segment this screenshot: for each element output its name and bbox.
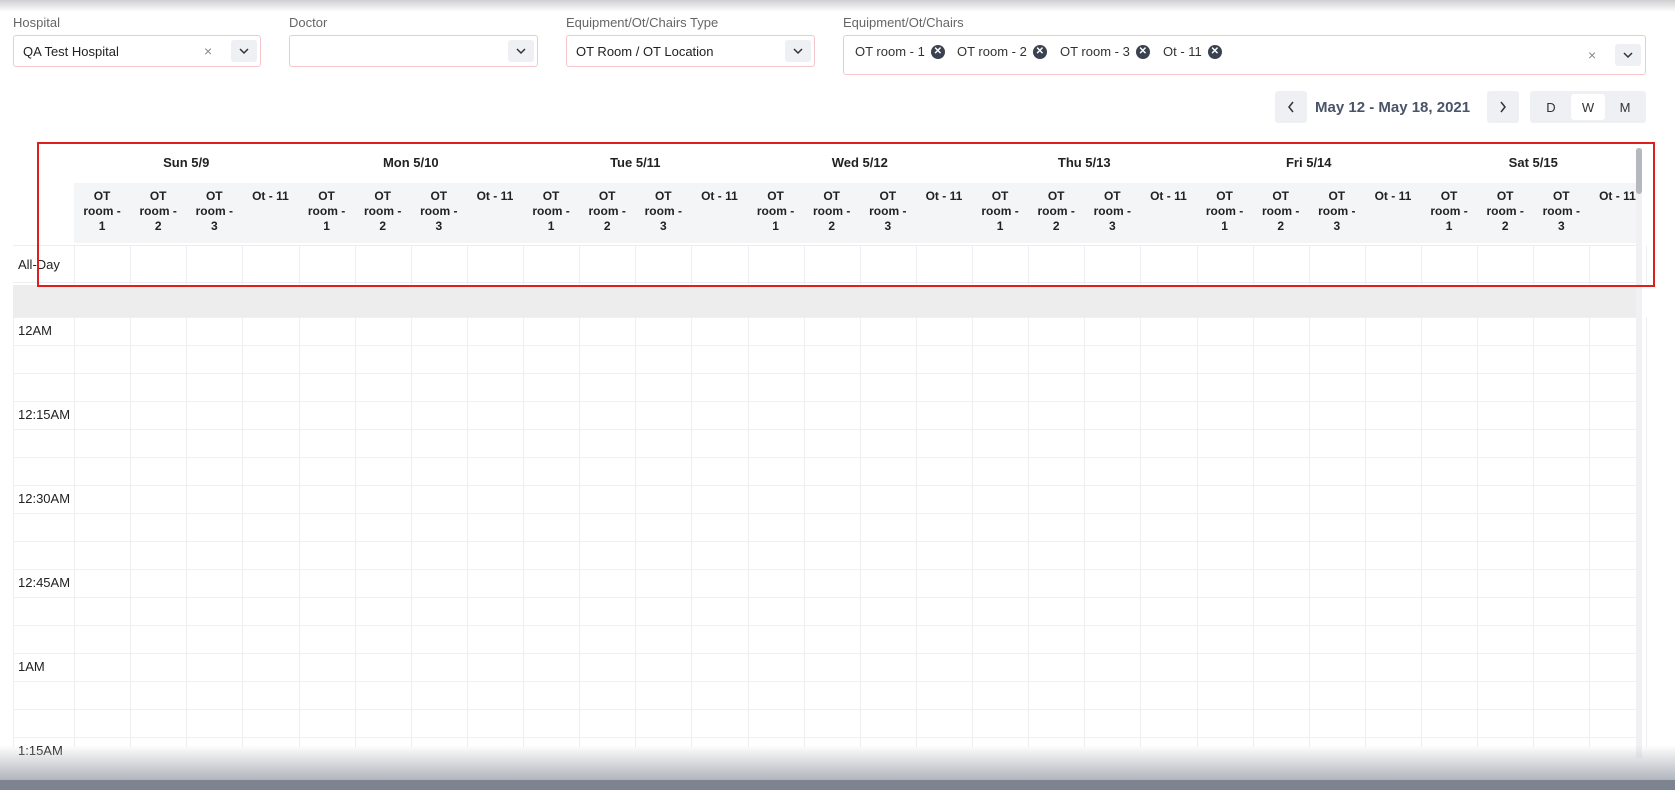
grid-row-line	[13, 457, 1639, 458]
doctor-select[interactable]	[289, 35, 538, 67]
grid-column-line	[130, 317, 132, 747]
grid-column-line	[186, 317, 188, 747]
chip-remove-icon[interactable]: ✕	[930, 44, 945, 59]
resources-multiselect[interactable]: OT room - 1 ✕ OT room - 2 ✕ OT room - 3 ✕ O…	[843, 35, 1646, 75]
grid-column-line	[1533, 317, 1535, 747]
grid-row-line	[13, 569, 1639, 570]
grid-column-line	[1364, 317, 1366, 747]
prev-week-button[interactable]	[1275, 91, 1307, 123]
chevron-left-icon	[1288, 101, 1294, 113]
highlight-box	[37, 142, 1655, 287]
chevron-down-icon[interactable]	[508, 40, 534, 62]
grid-column-line	[1140, 317, 1142, 747]
resources-clear-icon[interactable]: ×	[1588, 47, 1596, 63]
grid-row-line	[13, 681, 1639, 682]
time-label: 12AM	[18, 323, 52, 338]
gutter-line	[13, 317, 14, 747]
grid-column-line	[1421, 317, 1422, 747]
chip-ot-room-1: OT room - 1 ✕	[855, 44, 945, 59]
view-day-button[interactable]: D	[1534, 94, 1568, 120]
time-slot-grid[interactable]: 12AM12:15AM12:30AM12:45AM1AM1:15AM	[13, 317, 1647, 758]
grid-column-line	[1308, 317, 1310, 747]
grid-column-line	[242, 317, 244, 747]
grid-row-line	[13, 373, 1639, 374]
grid-column-line	[523, 317, 524, 747]
grid-row-line	[13, 485, 1639, 486]
grid-column-line	[410, 317, 412, 747]
chip-ot-11: Ot - 11 ✕	[1163, 44, 1222, 59]
grid-column-line	[466, 317, 468, 747]
grid-column-line	[74, 317, 75, 747]
doctor-label: Doctor	[289, 15, 328, 30]
chip-ot-room-3: OT room - 3 ✕	[1060, 44, 1150, 59]
chevron-down-icon[interactable]	[785, 40, 811, 62]
next-week-button[interactable]	[1487, 91, 1519, 123]
grid-column-line	[1196, 317, 1198, 747]
grid-row-line	[13, 429, 1639, 430]
chevron-down-icon[interactable]	[1615, 44, 1641, 66]
grid-column-line	[354, 317, 356, 747]
time-label: 12:15AM	[18, 407, 71, 422]
grid-row-line	[13, 597, 1639, 598]
top-shade	[0, 0, 1675, 12]
type-label: Equipment/Ot/Chairs Type	[566, 15, 719, 30]
hospital-label: Hospital	[13, 15, 60, 30]
type-select[interactable]: OT Room / OT Location	[566, 35, 815, 67]
grid-column-line	[1477, 317, 1479, 747]
grid-row-line	[13, 625, 1639, 626]
time-label: 12:45AM	[18, 575, 71, 590]
grid-column-line	[1589, 317, 1591, 747]
grid-column-line	[1252, 317, 1254, 747]
chip-label: OT room - 1	[855, 44, 925, 59]
chevron-right-icon	[1500, 101, 1506, 113]
grid-column-line	[859, 317, 861, 747]
grid-row-line	[13, 401, 1639, 402]
grid-row-line	[13, 513, 1639, 514]
grid-row-line	[13, 345, 1639, 346]
view-week-button[interactable]: W	[1571, 94, 1605, 120]
grid-column-line	[1084, 317, 1086, 747]
grid-row-line	[13, 709, 1639, 710]
grid-row-line	[13, 737, 1639, 738]
scheduler-page: Hospital QA Test Hospital × Doctor Equip…	[0, 0, 1675, 790]
time-label: 1AM	[18, 659, 45, 674]
bottom-bar	[0, 780, 1675, 790]
chip-label: Ot - 11	[1163, 44, 1202, 59]
chip-ot-room-2: OT room - 2 ✕	[957, 44, 1047, 59]
resources-label: Equipment/Ot/Chairs	[843, 15, 964, 30]
grid-row-line	[13, 541, 1639, 542]
grid-column-line	[915, 317, 917, 747]
grid-column-line	[691, 317, 693, 747]
grid-column-line	[972, 317, 973, 747]
type-value: OT Room / OT Location	[576, 44, 714, 59]
grid-column-line	[635, 317, 637, 747]
grid-column-line	[579, 317, 581, 747]
view-switcher: D W M	[1530, 91, 1646, 123]
grid-column-line	[747, 317, 749, 747]
chip-label: OT room - 3	[1060, 44, 1130, 59]
grid-column-line	[803, 317, 805, 747]
hospital-select[interactable]: QA Test Hospital ×	[13, 35, 261, 67]
chip-remove-icon[interactable]: ✕	[1207, 44, 1222, 59]
chip-remove-icon[interactable]: ✕	[1135, 44, 1150, 59]
grid-column-line	[1645, 317, 1647, 747]
time-label: 12:30AM	[18, 491, 71, 506]
grid-column-line	[298, 317, 300, 747]
time-grid-separator	[13, 285, 1639, 317]
chip-label: OT room - 2	[957, 44, 1027, 59]
hospital-value: QA Test Hospital	[23, 44, 119, 59]
grid-column-line	[1028, 317, 1030, 747]
chip-remove-icon[interactable]: ✕	[1032, 44, 1047, 59]
view-month-button[interactable]: M	[1608, 94, 1642, 120]
grid-row-line	[13, 317, 1639, 318]
grid-row-line	[13, 653, 1639, 654]
chevron-down-icon[interactable]	[231, 40, 257, 62]
hospital-clear-icon[interactable]: ×	[204, 43, 212, 59]
date-range: May 12 - May 18, 2021	[1315, 99, 1471, 116]
